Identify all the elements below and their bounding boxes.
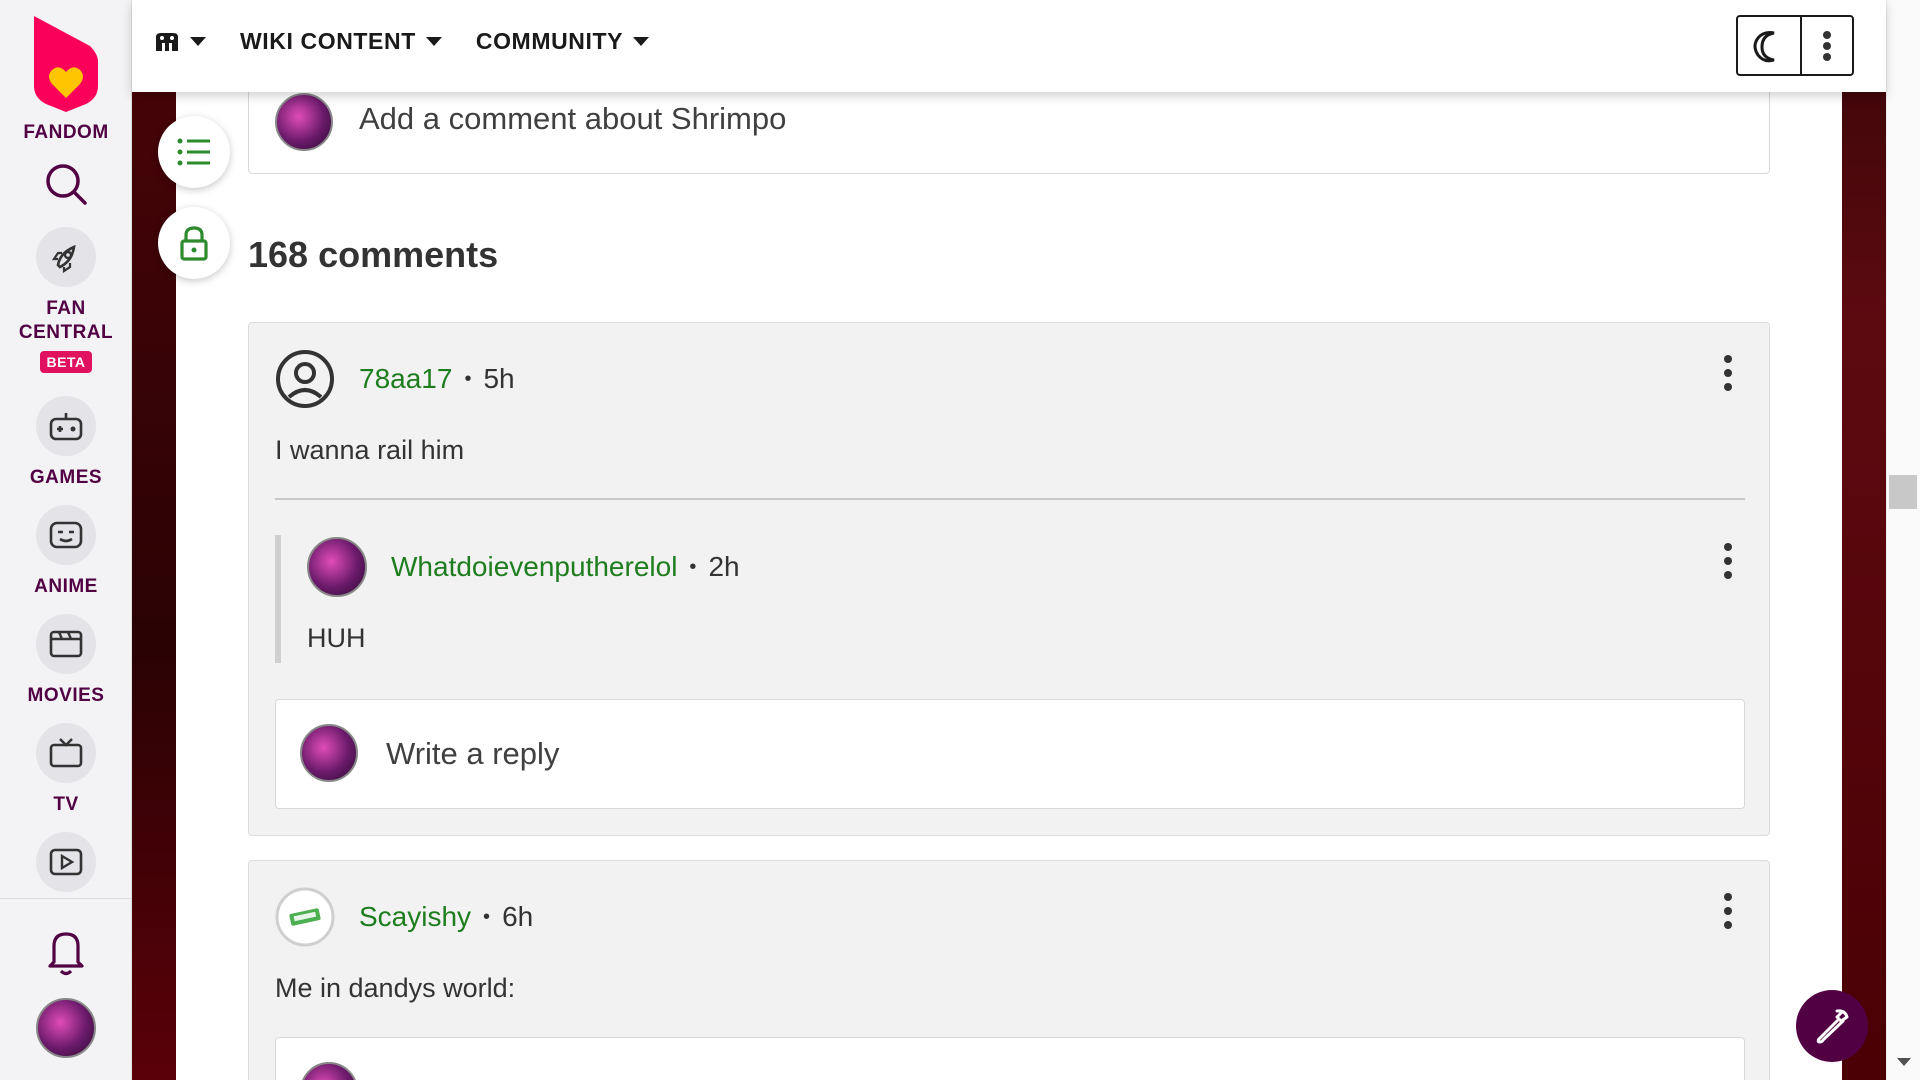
chevron-down-icon bbox=[190, 37, 206, 46]
tools-button[interactable] bbox=[1796, 990, 1868, 1062]
comment-header: Scayishy • 6h bbox=[275, 887, 533, 947]
wiki-logo-menu[interactable] bbox=[154, 31, 206, 53]
reply-username[interactable]: Whatdoievenputherelol bbox=[391, 551, 677, 583]
nav-circle bbox=[36, 505, 96, 565]
reply-menu-button[interactable] bbox=[1723, 543, 1733, 579]
comment-time: 5h bbox=[483, 363, 515, 394]
comment-card: 78aa17 • 5h I wanna rail him Whatdoieven… bbox=[248, 322, 1770, 836]
user-avatar-icon bbox=[275, 887, 335, 947]
nav-label: GAMES bbox=[29, 467, 103, 488]
nav-item-games[interactable]: GAMES bbox=[0, 396, 132, 490]
fandom-brand-label[interactable]: FANDOM bbox=[0, 122, 132, 144]
more-options-button[interactable] bbox=[1800, 17, 1852, 74]
comment-body: I wanna rail him bbox=[275, 435, 465, 465]
nav-circle bbox=[36, 396, 96, 456]
reply-time: 2h bbox=[708, 551, 740, 582]
scroll-down-arrow-icon[interactable] bbox=[1897, 1058, 1911, 1066]
global-navigation: FANDOM FAN CENTRAL BETA GAMES ANIME MOVI… bbox=[0, 0, 132, 1080]
nav-item-anime[interactable]: ANIME bbox=[0, 505, 132, 599]
reply-body: HUH bbox=[307, 623, 366, 653]
gamepad-icon bbox=[49, 413, 83, 441]
fandom-logo-icon[interactable] bbox=[28, 16, 104, 112]
comment-header: 78aa17 • 5h bbox=[275, 349, 515, 409]
list-icon bbox=[177, 138, 210, 166]
wiki-nav: WIKI CONTENT COMMUNITY bbox=[154, 28, 650, 55]
comments-count: 168 comments bbox=[248, 234, 499, 275]
avatar bbox=[275, 93, 333, 151]
nav-label: ANIME bbox=[34, 576, 98, 597]
lock-icon bbox=[180, 226, 208, 261]
nav-item-fan-central[interactable]: FAN CENTRAL BETA bbox=[0, 227, 132, 373]
comment-username[interactable]: Scayishy bbox=[359, 901, 471, 933]
nav-label: TV bbox=[53, 794, 79, 815]
separator-dot: • bbox=[689, 555, 697, 578]
scrollbar-thumb[interactable] bbox=[1889, 475, 1917, 509]
comment-body: Me in dandys world: bbox=[275, 973, 516, 1003]
comment-username[interactable]: 78aa17 bbox=[359, 363, 452, 395]
clapperboard-icon bbox=[49, 630, 83, 658]
bell-icon[interactable] bbox=[44, 926, 88, 976]
add-comment-placeholder: Add a comment about Shrimpo bbox=[359, 101, 787, 136]
nav-item-video[interactable] bbox=[0, 832, 132, 892]
dark-mode-button[interactable] bbox=[1738, 17, 1800, 74]
nav-divider bbox=[0, 898, 132, 899]
page-background-right bbox=[1842, 0, 1886, 1080]
comment-menu-button[interactable] bbox=[1723, 893, 1733, 929]
wiki-logo-icon bbox=[156, 32, 178, 51]
reply-header: Whatdoievenputherelol • 2h bbox=[307, 537, 740, 597]
separator-dot: • bbox=[483, 905, 491, 928]
rocket-icon bbox=[51, 244, 76, 273]
nav-label: FAN CENTRAL bbox=[18, 298, 114, 343]
comment-embed-box bbox=[275, 1037, 1745, 1080]
user-avatar[interactable] bbox=[36, 998, 96, 1058]
community-menu[interactable]: COMMUNITY bbox=[475, 28, 650, 55]
comment-card: Scayishy • 6h Me in dandys world: bbox=[248, 860, 1770, 1080]
nav-item-movies[interactable]: MOVIES bbox=[0, 614, 132, 708]
wiki-top-bar: WIKI CONTENT COMMUNITY bbox=[132, 0, 1886, 92]
comment-divider bbox=[275, 498, 1745, 500]
nav-circle bbox=[36, 723, 96, 783]
separator-dot: • bbox=[464, 367, 472, 390]
nav-circle bbox=[36, 614, 96, 674]
wrench-icon bbox=[1816, 1009, 1849, 1044]
beta-badge: BETA bbox=[40, 351, 92, 373]
write-reply-placeholder: Write a reply bbox=[386, 736, 560, 771]
wiki-content-menu[interactable]: WIKI CONTENT bbox=[240, 28, 442, 55]
comment-time: 6h bbox=[502, 901, 534, 932]
avatar bbox=[300, 724, 358, 782]
nav-circle bbox=[36, 832, 96, 892]
table-of-contents-button[interactable] bbox=[158, 116, 230, 188]
nav-item-tv[interactable]: TV bbox=[0, 723, 132, 817]
chevron-down-icon bbox=[633, 37, 650, 46]
avatar bbox=[307, 537, 367, 597]
avatar bbox=[300, 1062, 358, 1080]
comment-menu-button[interactable] bbox=[1723, 355, 1733, 391]
kebab-icon bbox=[1822, 30, 1832, 61]
reply-indent-bar bbox=[275, 535, 281, 663]
write-reply-box[interactable]: Write a reply bbox=[275, 699, 1745, 809]
tv-icon bbox=[49, 738, 83, 768]
anonymous-user-icon bbox=[276, 350, 334, 408]
chevron-down-icon bbox=[425, 37, 442, 46]
search-icon[interactable] bbox=[44, 162, 88, 206]
top-bar-tools bbox=[1736, 15, 1854, 76]
moon-icon bbox=[1753, 30, 1775, 62]
video-play-icon bbox=[49, 848, 83, 876]
nav-label: MOVIES bbox=[27, 685, 105, 706]
page-scrollbar[interactable] bbox=[1886, 0, 1920, 1080]
community-label: COMMUNITY bbox=[475, 28, 624, 54]
page-protection-button[interactable] bbox=[158, 207, 230, 279]
anime-face-icon bbox=[49, 521, 83, 549]
nav-circle bbox=[36, 227, 96, 287]
wiki-content-label: WIKI CONTENT bbox=[240, 28, 416, 54]
